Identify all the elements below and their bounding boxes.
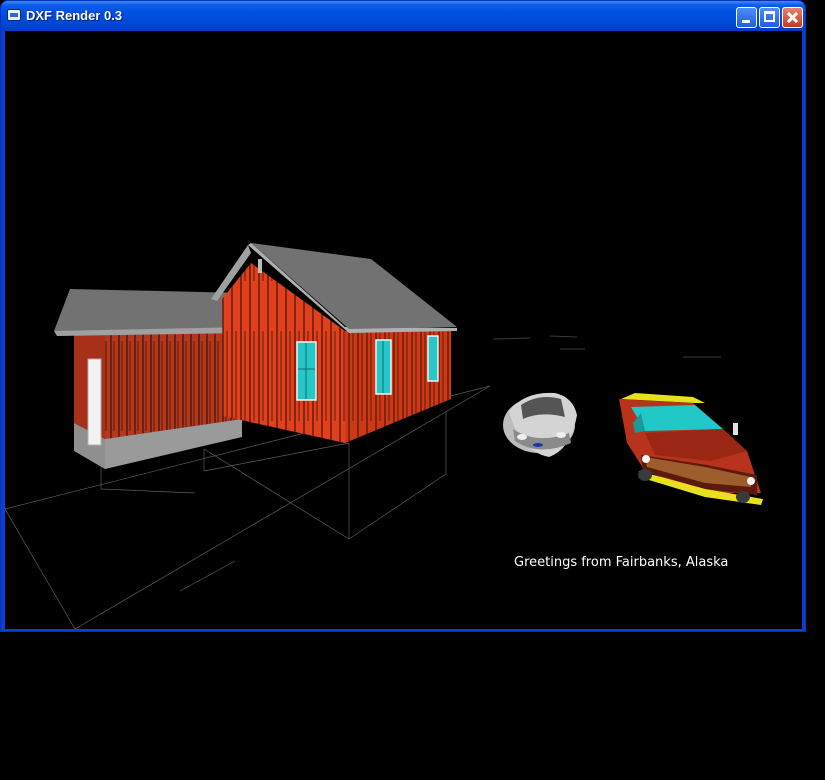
title-bar[interactable]: DXF Render 0.3 bbox=[1, 1, 805, 31]
minimize-icon bbox=[742, 20, 750, 23]
render-viewport[interactable]: Greetings from Fairbanks, Alaska bbox=[5, 31, 802, 629]
close-button[interactable] bbox=[782, 7, 803, 28]
3d-scene bbox=[5, 243, 763, 629]
silver-car bbox=[503, 392, 577, 457]
minimize-button[interactable] bbox=[736, 7, 757, 28]
window-3 bbox=[427, 335, 439, 382]
pickup-truck bbox=[619, 393, 763, 505]
chimney bbox=[258, 259, 262, 273]
door bbox=[87, 358, 102, 446]
main-house bbox=[211, 243, 457, 443]
app-window: DXF Render 0.3 Greetings from Fairbanks,… bbox=[0, 0, 806, 632]
close-icon bbox=[783, 8, 802, 27]
maximize-button[interactable] bbox=[759, 7, 780, 28]
distant-marks bbox=[492, 335, 721, 358]
app-icon[interactable] bbox=[7, 9, 21, 21]
window-title: DXF Render 0.3 bbox=[26, 8, 123, 23]
small-house bbox=[54, 289, 245, 469]
scene-caption: Greetings from Fairbanks, Alaska bbox=[514, 555, 729, 570]
maximize-icon bbox=[764, 11, 775, 22]
